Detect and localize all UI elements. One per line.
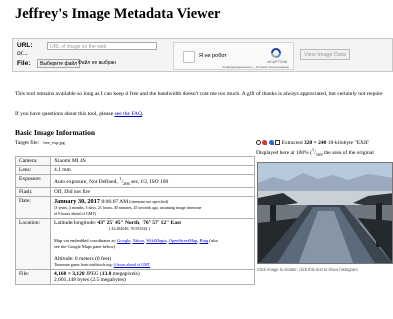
displayed-num: 1 xyxy=(311,147,315,152)
extracted-dims: 320 × 240 xyxy=(303,140,327,146)
info-table: Camera: Xiaomi MI 4S Lens: 4.1 mm Exposu… xyxy=(15,156,255,285)
target-file: Target file: free_exp.jpg xyxy=(15,140,65,146)
date-value: January 30, 2017 8:06:07 AM (timezone no… xyxy=(50,195,255,219)
latlon-label: Latitude/longitude: xyxy=(54,219,98,226)
date-note: (timezone not specified) xyxy=(128,198,169,204)
lens-value: 4.1 mm xyxy=(50,165,255,175)
table-row: Date: January 30, 2017 8:06:07 AM (timez… xyxy=(15,195,255,219)
location-value: Latitude/longitude: 43° 25' 45" North, 7… xyxy=(50,217,255,270)
extracted-suffix: 18-kilobyte "EXIF xyxy=(326,140,369,146)
faq-prefix: If you have questions about this tool, p… xyxy=(15,111,115,117)
captcha-checkbox[interactable] xyxy=(183,51,195,63)
copyright-icon[interactable] xyxy=(256,140,261,146)
extracted-prefix: Extracted xyxy=(281,140,304,146)
intro-text: This tool remains available so long as I… xyxy=(15,91,383,97)
extracted-info: Extracted 320 × 240 18-kilobyte "EXIF xyxy=(256,140,393,146)
faq-link[interactable]: see the FAQ xyxy=(115,111,143,117)
exposure-den: 266 xyxy=(122,180,130,186)
url-label: URL: xyxy=(17,42,33,49)
date-line3: of 6 hours ahead of GMT) xyxy=(54,210,97,216)
preview-image[interactable] xyxy=(257,162,393,264)
displayed-prefix: Displayed here at 100% ( xyxy=(256,149,312,156)
map-link-osm[interactable]: OpenStreetMap xyxy=(169,238,198,243)
preview-panel: Extracted 320 × 240 18-kilobyte "EXIF Di… xyxy=(256,140,393,157)
exposure-prefix: Auto exposure, Not Defined, xyxy=(54,178,120,185)
pin-icon-2[interactable] xyxy=(268,140,274,146)
map-link-google[interactable]: Google xyxy=(117,238,130,243)
exposure-num: 1 xyxy=(119,176,122,181)
displayed-info: Displayed here at 100% (1/169 the area o… xyxy=(256,147,374,157)
recaptcha-icon xyxy=(271,48,281,58)
captcha-brand: reCAPTCHA xyxy=(267,60,287,64)
file-label: File: xyxy=(17,60,31,67)
url-input[interactable]: URL of image on the web xyxy=(47,42,157,50)
camera-value: Xiaomi MI 4S xyxy=(50,156,255,166)
recaptcha-widget: Я не робот reCAPTCHA Конфиденциальность … xyxy=(173,42,294,70)
table-row: File: 4,160 × 3,120 JPEG (13.0 megapixel… xyxy=(15,268,255,285)
camera-key: Camera: xyxy=(15,156,51,166)
table-row: Location: Latitude/longitude: 43° 25' 45… xyxy=(15,217,255,270)
faq-line: If you have questions about this tool, p… xyxy=(15,111,144,117)
or-label: or... xyxy=(17,50,28,57)
tz-prefix: Timezone guess from earthtools.org: xyxy=(54,261,114,267)
preview-caption[interactable]: Click image to isolate; click this text … xyxy=(257,267,358,272)
displayed-den: 169 xyxy=(315,151,323,157)
flash-key: Flash: xyxy=(15,186,51,197)
lens-key: Lens: xyxy=(15,165,51,175)
pin-icon[interactable] xyxy=(262,140,268,146)
tz-link[interactable]: 6 hours ahead of GMT xyxy=(114,262,150,267)
location-key: Location: xyxy=(15,217,51,270)
preview-photo[interactable] xyxy=(258,163,393,264)
file-bytes: 2,601,148 bytes (2.5 megabytes) xyxy=(54,276,126,283)
file-key: File: xyxy=(15,268,51,285)
map-link-wikimapia[interactable]: WikiMapia xyxy=(146,238,166,243)
date-key: Date: xyxy=(15,195,51,219)
table-row: Lens: 4.1 mm xyxy=(15,165,255,175)
map-prefix: Map via embedded coordinates at: xyxy=(54,237,118,243)
file-status: Файл не выбран xyxy=(78,60,117,66)
grid-icon[interactable] xyxy=(275,140,281,146)
view-image-data-button[interactable]: View Image Data xyxy=(300,49,350,60)
target-file-label: Target file: xyxy=(15,140,40,146)
date-line2: (3 years, 4 months, 3 days, 21 hours, 40… xyxy=(54,204,202,210)
choose-file-button[interactable]: Выберите файл xyxy=(37,59,81,68)
section-title: Basic Image Information xyxy=(15,128,95,137)
decimal-coords: ( 43.282049, 76.953324 ) xyxy=(109,225,150,231)
date-main: January 30, 2017 xyxy=(54,197,101,205)
upload-form: URL: URL of image on the web or... File:… xyxy=(12,38,393,72)
map-link-bing[interactable]: Bing xyxy=(200,238,209,243)
map-link-yahoo[interactable]: Yahoo xyxy=(132,238,144,243)
map-line2: see the Google Maps pane below) xyxy=(54,243,116,249)
exposure-suffix: sec, f/2, ISO 100 xyxy=(129,178,169,185)
table-row: Camera: Xiaomi MI 4S xyxy=(15,156,255,166)
flash-value: Off, Did not fire xyxy=(50,186,255,197)
target-file-value: free_exp.jpg xyxy=(43,140,65,145)
table-row: Exposure: Auto exposure, Not Defined, 1/… xyxy=(15,174,255,188)
exposure-value: Auto exposure, Not Defined, 1/266 sec, f… xyxy=(50,174,255,188)
displayed-suffix: the area of the original xyxy=(322,149,374,156)
exposure-key: Exposure: xyxy=(15,174,51,188)
captcha-terms[interactable]: Конфиденциальность - Условия использован… xyxy=(223,65,289,69)
faq-suffix: . xyxy=(142,111,144,117)
captcha-label: Я не робот xyxy=(199,53,227,59)
table-row: Flash: Off, Did not fire xyxy=(15,186,255,197)
map-suffix: (also xyxy=(208,237,219,243)
page-title: Jeffrey's Image Metadata Viewer xyxy=(15,6,221,22)
file-value: 4,160 × 3,120 JPEG (13.0 megapixels) 2,6… xyxy=(50,268,255,285)
